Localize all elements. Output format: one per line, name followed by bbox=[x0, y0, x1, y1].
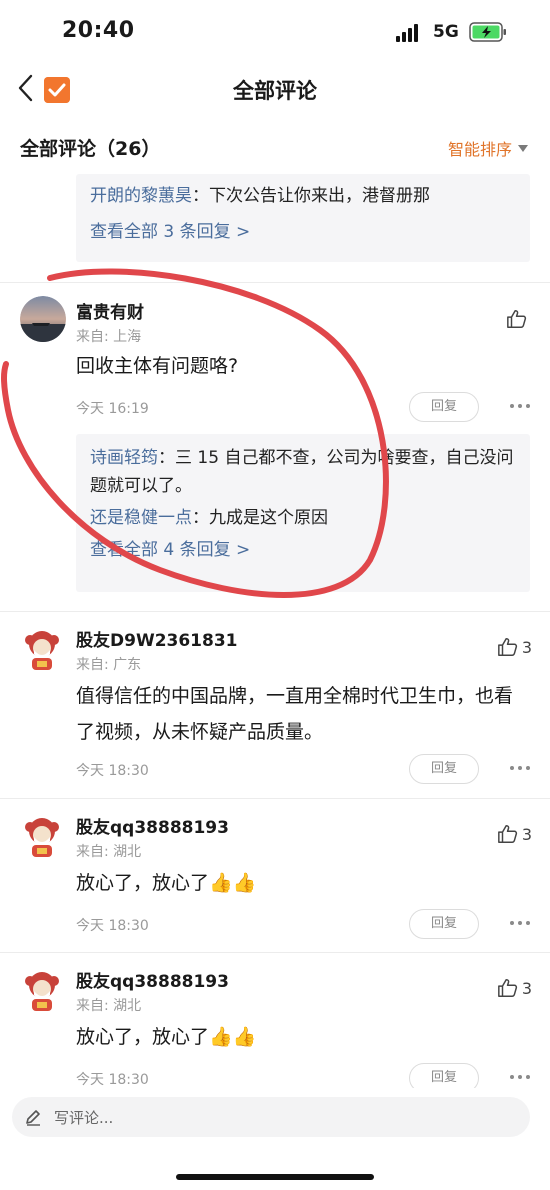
home-indicator bbox=[176, 1174, 374, 1180]
comment-username[interactable]: 股友qq38888193 bbox=[76, 813, 229, 838]
status-bar: 20:40 5G bbox=[0, 0, 550, 62]
comments-count: 全部评论（26） bbox=[20, 138, 161, 160]
thumbs-up-icon bbox=[497, 979, 517, 997]
reply-username[interactable]: 诗画轻筠 bbox=[90, 448, 158, 468]
battery-icon bbox=[469, 22, 506, 42]
like-button[interactable]: 3 bbox=[497, 636, 532, 658]
comment-location: 来自: 广东 bbox=[76, 657, 142, 673]
view-all-replies-link[interactable]: 查看全部 4 条回复 > bbox=[90, 536, 516, 564]
comment-username[interactable]: 股友qq38888193 bbox=[76, 967, 229, 992]
nav-bar: 全部评论 bbox=[0, 62, 550, 118]
comments-header: 全部评论（26） 智能排序 bbox=[0, 126, 550, 166]
comment-time: 今天 18:30 bbox=[76, 1072, 149, 1088]
signal-icon bbox=[396, 24, 422, 42]
comment-item: 股友qq38888193 来自: 湖北 3 放心了，放心了👍👍 今天 18:30… bbox=[0, 799, 550, 951]
avatar[interactable] bbox=[20, 628, 64, 672]
comment-location: 来自: 上海 bbox=[76, 329, 142, 345]
avatar[interactable] bbox=[20, 969, 64, 1013]
reply-line: 开朗的黎蕙昊：下次公告让你来出，港督册那 bbox=[90, 186, 430, 206]
like-count: 3 bbox=[521, 824, 532, 844]
reply-thread-partial: 开朗的黎蕙昊：下次公告让你来出，港督册那 查看全部 3 条回复 > bbox=[76, 174, 530, 262]
comment-username[interactable]: 股友D9W2361831 bbox=[76, 626, 238, 651]
reply-text: 下次公告让你来出，港督册那 bbox=[209, 186, 430, 206]
comment-time: 今天 16:19 bbox=[76, 401, 149, 417]
like-button[interactable]: 3 bbox=[497, 977, 532, 999]
comment-input-placeholder: 写评论... bbox=[54, 1108, 114, 1127]
bottom-bar: 写评论... bbox=[0, 1088, 550, 1190]
sort-button[interactable]: 智能排序 bbox=[448, 136, 528, 160]
page-title: 全部评论 bbox=[233, 79, 317, 103]
status-time: 20:40 bbox=[62, 18, 135, 43]
more-icon[interactable] bbox=[510, 766, 530, 772]
reply-text: 九成是这个原因 bbox=[209, 508, 328, 528]
comment-username[interactable]: 富贵有财 bbox=[76, 298, 144, 323]
comment-content: 回收主体有问题咯? bbox=[76, 355, 239, 377]
comment-item: 富贵有财 来自: 上海 回收主体有问题咯? 今天 16:19 回复 诗画轻筠：三… bbox=[0, 282, 550, 612]
more-icon[interactable] bbox=[510, 1075, 530, 1081]
thumbs-up-icon bbox=[497, 825, 517, 843]
like-button[interactable]: 3 bbox=[497, 823, 532, 845]
caret-down-icon bbox=[518, 144, 528, 152]
like-count: 3 bbox=[521, 637, 532, 657]
comment-location: 来自: 湖北 bbox=[76, 844, 142, 860]
reply-username[interactable]: 还是稳健一点 bbox=[90, 508, 192, 528]
comment-item: 股友qq38888193 来自: 湖北 3 放心了，放心了👍👍 今天 18:30… bbox=[0, 953, 550, 1093]
more-icon[interactable] bbox=[510, 921, 530, 927]
comment-content: 放心了，放心了👍👍 bbox=[76, 1026, 257, 1048]
sort-label: 智能排序 bbox=[447, 140, 512, 159]
comment-content: 值得信任的中国品牌，一直用全棉时代卫生巾，也看了视频，从未怀疑产品质量。 bbox=[76, 685, 514, 743]
view-all-replies-link[interactable]: 查看全部 3 条回复 > bbox=[90, 218, 516, 246]
reply-thread: 诗画轻筠：三 15 自己都不查，公司为啥要查，自己没问题就可以了。 还是稳健一点… bbox=[76, 434, 530, 592]
reply-line: 诗画轻筠：三 15 自己都不查，公司为啥要查，自己没问题就可以了。 bbox=[90, 448, 514, 496]
like-count: 3 bbox=[521, 978, 532, 998]
thumbs-up-icon bbox=[497, 638, 517, 656]
reply-button[interactable]: 回复 bbox=[409, 909, 479, 939]
reply-line: 还是稳健一点：九成是这个原因 bbox=[90, 508, 328, 528]
network-type: 5G bbox=[433, 22, 459, 42]
comment-item: 股友D9W2361831 来自: 广东 3 值得信任的中国品牌，一直用全棉时代卫… bbox=[0, 612, 550, 798]
reply-button[interactable]: 回复 bbox=[409, 392, 479, 422]
comment-location: 来自: 湖北 bbox=[76, 998, 142, 1014]
pencil-icon bbox=[26, 1110, 40, 1126]
comment-input[interactable]: 写评论... bbox=[12, 1097, 530, 1137]
reply-button[interactable]: 回复 bbox=[409, 754, 479, 784]
reply-username[interactable]: 开朗的黎蕙昊 bbox=[90, 186, 192, 206]
comment-time: 今天 18:30 bbox=[76, 763, 149, 779]
avatar[interactable] bbox=[20, 815, 64, 859]
comment-time: 今天 18:30 bbox=[76, 918, 149, 934]
avatar[interactable] bbox=[20, 296, 66, 342]
more-icon[interactable] bbox=[510, 404, 530, 410]
comment-content: 放心了，放心了👍👍 bbox=[76, 872, 257, 894]
thumbs-up-icon[interactable] bbox=[506, 308, 528, 330]
